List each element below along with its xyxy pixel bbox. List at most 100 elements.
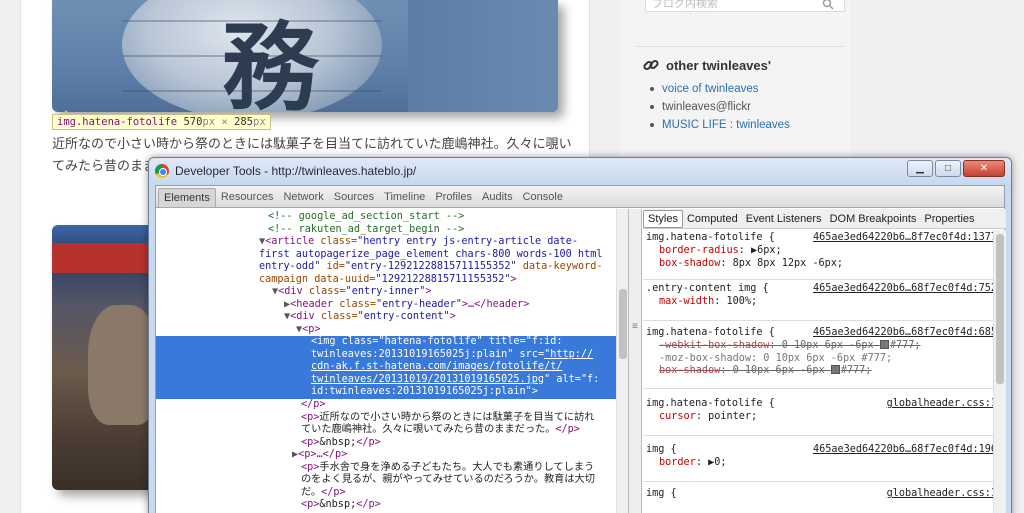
sidebar-links: voice of twinleaves twinleaves@flickr MU… — [648, 80, 790, 134]
css-value: ▶6px; — [751, 245, 782, 256]
dom-node-img-selected[interactable]: twinleaves/20131019/20131019165025.jpg" … — [156, 373, 628, 386]
lantern-photo[interactable]: 務 — [52, 0, 558, 112]
dom-scroll-thumb[interactable] — [619, 289, 627, 359]
css-declaration-overridden[interactable]: box-shadow: 0 10px 6px -6px #777; — [643, 365, 993, 378]
dom-node-comment[interactable]: <!-- google_ad_section_start --> — [156, 211, 628, 224]
dom-attr: data-keyword- — [516, 261, 603, 272]
tab-timeline[interactable]: Timeline — [379, 188, 430, 208]
dom-text: 近所なので小さい時から祭のときには駄菓子を目当てに訪れ — [319, 411, 595, 423]
dom-node-p-text-cont: ていた鹿嶋神社。久々に覗いてみたら昔のままだった。</p> — [156, 424, 628, 437]
close-button[interactable]: ✕ — [963, 160, 1005, 177]
link-icon — [643, 59, 659, 71]
splitter-grip-icon: ≡ — [632, 321, 638, 332]
tab-dom-breakpoints[interactable]: DOM Breakpoints — [826, 211, 921, 227]
dom-text: のをよく見るが、親がやってみせているのだろうか。教育は大切 — [301, 474, 595, 485]
sidebar-link-flickr[interactable]: twinleaves@flickr — [648, 98, 790, 116]
css-value: pointer; — [708, 411, 758, 422]
dom-node-comment[interactable]: <!-- rakuten_ad_target_begin --> — [156, 224, 628, 237]
css-declaration-invalid[interactable]: -moz-box-shadow: 0 10px 6px -6px #777; — [643, 353, 993, 366]
css-declaration[interactable]: max-width: 100%; — [643, 296, 993, 309]
css-selector: img { — [646, 444, 677, 455]
dom-tag: </p> — [356, 436, 381, 448]
tab-console[interactable]: Console — [518, 188, 568, 208]
dom-attr: class= — [339, 298, 377, 310]
dom-node-img-selected[interactable]: <img class="hatena-fotolife" title="f:id… — [156, 336, 628, 349]
tab-elements[interactable]: Elements — [158, 188, 216, 208]
pane-splitter[interactable]: ≡ — [628, 209, 642, 513]
css-source-link[interactable]: 465ae3ed64220b6…8f7ec0f4d:1377 — [813, 232, 993, 245]
css-source-link[interactable]: 465ae3ed64220b6…68f7ec0f4d:685 — [813, 327, 993, 340]
css-selector: img { — [646, 488, 677, 499]
tab-profiles[interactable]: Profiles — [430, 188, 477, 208]
dom-text: &nbsp; — [319, 499, 357, 510]
dom-tag: <header — [290, 298, 340, 310]
css-prop: cursor — [659, 411, 696, 422]
css-prop: -moz-box-shadow — [659, 352, 752, 364]
dom-node-entry-inner[interactable]: ▼<div class="entry-inner"> — [156, 286, 628, 299]
tab-styles[interactable]: Styles — [643, 209, 683, 228]
dom-node-p-text-cont: だ。</p> — [156, 487, 628, 500]
dom-node-p-text[interactable]: <p>近所なので小さい時から祭のときには駄菓子を目当てに訪れ — [156, 412, 628, 425]
dom-node-img-selected[interactable]: id:twinleaves:20131019165025j:plain"> — [156, 386, 628, 399]
dom-node-p-nbsp[interactable]: <p>&nbsp;</p> — [156, 437, 628, 450]
devtools-toolbar: Elements Resources Network Sources Timel… — [156, 186, 1004, 208]
devtools-content: Elements Resources Network Sources Timel… — [155, 185, 1006, 513]
styles-scrollbar[interactable] — [993, 230, 1006, 513]
tab-computed[interactable]: Computed — [683, 211, 742, 227]
dom-node-p-nbsp[interactable]: <p>&nbsp;</p> — [156, 499, 628, 512]
tab-resources[interactable]: Resources — [216, 188, 279, 208]
css-rule: img.hatena-fotolife {globalheader.css:1 … — [643, 398, 993, 436]
dom-link[interactable]: cdn-ak.f.st-hatena.com/images/fotolife/t… — [311, 361, 562, 372]
css-value: 0 10px 6px -6px — [781, 340, 880, 351]
dom-tag: </p> — [321, 486, 346, 498]
element-size-tooltip: img.hatena-fotolife 570px × 285px — [52, 114, 271, 130]
blog-search-input[interactable]: ブログ内検索 — [645, 0, 845, 12]
dom-node-img-selected[interactable]: twinleaves:20131019165025j:plain" src="h… — [156, 348, 628, 361]
dom-attr: id= — [320, 261, 345, 272]
dom-node-p-collapsed[interactable]: ▶<p>…</p> — [156, 449, 628, 462]
tab-audits[interactable]: Audits — [477, 188, 518, 208]
dom-node-header[interactable]: ▶<header class="entry-header">…</header> — [156, 299, 628, 312]
dom-text: だ。 — [301, 486, 322, 498]
minimize-button[interactable]: ▁ — [907, 160, 933, 177]
css-source-link[interactable]: 465ae3ed64220b6…68f7ec0f4d:752 — [813, 283, 993, 296]
css-source-link[interactable]: 465ae3ed64220b6…68f7ec0f4d:196 — [813, 444, 993, 457]
dom-node-article[interactable]: ▼<article class="hentry entry js-entry-a… — [156, 236, 628, 249]
maximize-button[interactable]: □ — [935, 160, 961, 177]
css-source-link[interactable]: globalheader.css:1 — [887, 398, 993, 411]
dom-link[interactable]: twinleaves/20131019/20131019165025.jpg — [311, 374, 544, 385]
tooltip-height: 285 — [234, 116, 253, 128]
tab-properties[interactable]: Properties — [920, 211, 978, 227]
search-icon[interactable] — [822, 0, 834, 10]
dom-node-p-text[interactable]: <p>手水舎で身を浄める子どもたち。大人でも素通りしてしまう — [156, 462, 628, 475]
sidebar-link-music-life[interactable]: MUSIC LIFE : twinleaves — [648, 116, 790, 134]
tab-event-listeners[interactable]: Event Listeners — [742, 211, 826, 227]
window-controls: ▁ □ ✕ — [907, 160, 1005, 177]
css-prop: -webkit-box-shadow — [659, 340, 770, 351]
sidebar-link-voice[interactable]: voice of twinleaves — [648, 80, 790, 98]
css-declaration[interactable]: box-shadow: 8px 8px 12px -6px; — [643, 258, 993, 271]
css-declaration[interactable]: border: ▶0; — [643, 457, 993, 470]
color-swatch[interactable] — [879, 340, 889, 349]
css-declaration-overridden[interactable]: -webkit-box-shadow: 0 10px 6px -6px #777… — [643, 340, 993, 353]
dom-link[interactable]: "http:// — [544, 349, 593, 360]
dom-node-entry-content[interactable]: ▼<div class="entry-content"> — [156, 311, 628, 324]
window-titlebar[interactable]: Developer Tools - http://twinleaves.hate… — [149, 158, 1011, 185]
dom-node-p[interactable]: ▼<p> — [156, 324, 628, 337]
css-source-link[interactable]: globalheader.css:1 — [887, 488, 993, 501]
dom-node-img-selected[interactable]: cdn-ak.f.st-hatena.com/images/fotolife/t… — [156, 361, 628, 374]
dom-value: "entry-12921228815711155352" — [344, 261, 517, 272]
dom-text: &nbsp; — [319, 436, 357, 448]
tooltip-selector: img.hatena-fotolife — [57, 116, 178, 128]
tab-sources[interactable]: Sources — [329, 188, 379, 208]
dom-node-p-close[interactable]: </p> — [156, 399, 628, 412]
css-declaration[interactable]: border-radius: ▶6px; — [643, 245, 993, 258]
dom-attr: class= — [308, 286, 346, 297]
css-declaration[interactable]: cursor: pointer; — [643, 411, 993, 424]
child-photo[interactable] — [52, 225, 152, 490]
css-selector: img.hatena-fotolife { — [646, 398, 775, 409]
styles-scroll-thumb[interactable] — [996, 234, 1004, 384]
color-swatch[interactable] — [830, 365, 840, 374]
css-prop: max-width — [659, 296, 715, 307]
tab-network[interactable]: Network — [278, 188, 328, 208]
